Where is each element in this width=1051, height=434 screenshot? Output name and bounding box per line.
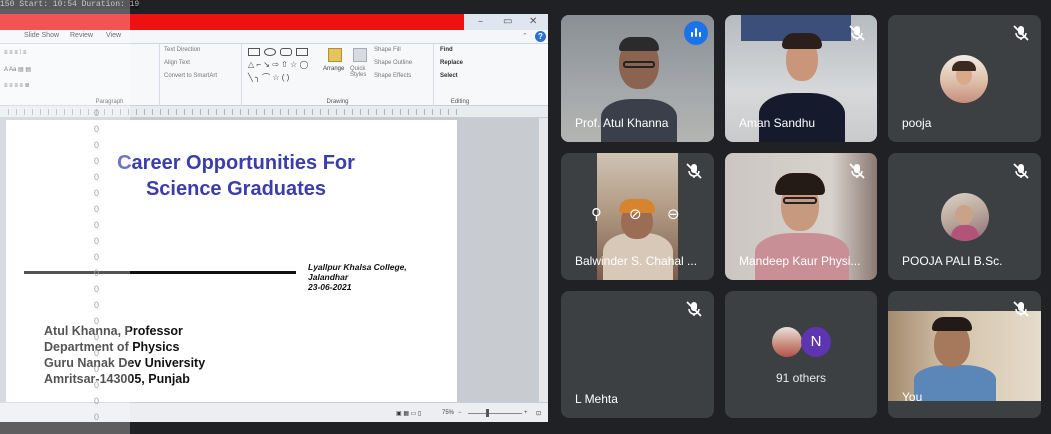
avatar [772, 327, 802, 357]
speaking-indicator-icon [684, 21, 708, 45]
select-button[interactable]: Select [440, 73, 458, 79]
close-icon[interactable]: ✕ [529, 16, 537, 27]
mic-off-icon [1011, 161, 1031, 181]
maximize-icon[interactable]: ▭ [503, 16, 512, 27]
shape-effects-button[interactable]: Shape Effects [374, 73, 411, 79]
text-direction-button[interactable]: Text Direction [164, 47, 200, 53]
participant-tile-others[interactable]: N 91 others [725, 291, 877, 418]
mic-off-icon [847, 161, 867, 181]
help-icon[interactable]: ? [535, 31, 546, 42]
participant-tile-l-mehta[interactable]: L Mehta [561, 291, 714, 418]
zoom-in-icon[interactable]: + [524, 410, 528, 416]
participant-name: Mandeep Kaur Physi... [739, 254, 861, 268]
remove-participant-icon[interactable]: ⊖ [667, 205, 680, 223]
participant-name: POOJA PALI B.Sc. [902, 254, 1003, 268]
participant-name: Aman Sandhu [739, 116, 816, 130]
align-text-button[interactable]: Align Text [164, 60, 190, 66]
zoom-level[interactable]: 75% [442, 410, 454, 416]
slide-college-block[interactable]: Lyallpur Khalsa College, Jalandhar 23-06… [308, 262, 407, 292]
editing-group-label: Editing [450, 99, 470, 105]
college-city: Jalandhar [308, 272, 349, 282]
minimize-icon[interactable]: – [478, 16, 483, 27]
shape-gallery-icons[interactable]: △ ⌐ ↘ ⇨ ⇧ ☆ ◯ [248, 60, 308, 69]
ribbon-group-editing: Find Replace Select Editing [434, 44, 486, 106]
shape-gallery-row-2[interactable]: ╲ ╮ ⌒ ☆ ( ) [248, 72, 289, 83]
lecture-date: 23-06-2021 [308, 282, 352, 292]
participant-video [888, 311, 1041, 401]
mute-participant-icon[interactable]: ⊘ [629, 205, 642, 223]
shape-outline-button[interactable]: Shape Outline [374, 60, 412, 66]
ribbon-collapse-icon[interactable]: ⌃ [522, 32, 528, 40]
participant-name: L Mehta [575, 392, 618, 406]
convert-smartart-button[interactable]: Convert to SmartArt [164, 73, 217, 79]
arrange-button[interactable]: Arrange [323, 66, 344, 72]
drawing-group-label: Drawing [326, 99, 349, 105]
fit-slide-icon[interactable]: ⊡ [536, 410, 541, 417]
shape-oval-icon[interactable] [264, 48, 276, 56]
avatar [940, 55, 988, 103]
participant-name: pooja [902, 116, 932, 130]
meeting-window: 150 Start: 10:54 Duration: 19 – ▭ ✕ Slid… [0, 0, 1051, 434]
zoom-out-icon[interactable]: − [458, 410, 462, 416]
vertical-scrollbar[interactable] [538, 118, 548, 402]
others-count: 91 others [775, 371, 827, 385]
zoom-slider[interactable] [468, 413, 522, 414]
shape-rounded-icon[interactable] [280, 48, 292, 56]
arrange-icon[interactable] [328, 48, 342, 62]
ribbon-group-drawing: △ ⌐ ↘ ⇨ ⇧ ☆ ◯ ╲ ╮ ⌒ ☆ ( ) Arrange Quick … [242, 44, 434, 106]
participant-tile-pooja-pali[interactable]: POOJA PALI B.Sc. [888, 153, 1041, 280]
mic-off-icon [684, 161, 704, 181]
mic-off-icon [847, 23, 867, 43]
shape-rect-icon[interactable] [248, 48, 260, 56]
replace-button[interactable]: Replace [440, 60, 463, 66]
shape-box-icon[interactable] [296, 48, 308, 56]
participant-name: Balwinder S. Chahal ... [575, 254, 698, 268]
participant-tile-pooja[interactable]: pooja [888, 15, 1041, 142]
find-button[interactable]: Find [440, 47, 453, 53]
college-name: Lyallpur Khalsa College, [308, 262, 407, 272]
mic-off-icon [684, 299, 704, 319]
avatar [941, 193, 989, 241]
zoom-slider-handle[interactable] [486, 409, 489, 417]
participant-tile-aman-sandhu[interactable]: Aman Sandhu [725, 15, 877, 142]
participant-name: Prof. Atul Khanna [575, 116, 669, 130]
participant-tile-you[interactable]: You [888, 291, 1041, 418]
view-buttons-icons[interactable]: ▣ ▦ ▭ ▯ [396, 410, 421, 417]
participant-name: You [902, 390, 923, 404]
participant-tile-mandeep-kaur[interactable]: Mandeep Kaur Physi... [725, 153, 877, 280]
pin-icon[interactable]: ⚲ [591, 205, 602, 223]
quick-styles-icon[interactable] [353, 48, 367, 62]
thumbnail-overlay: 0 0 0 0 0 0 0 0 0 0 0 0 0 0 0 0 0 0 0 0 [0, 0, 130, 434]
initial-avatar: N [801, 327, 831, 357]
ribbon-group-text: Text Direction Align Text Convert to Sma… [160, 44, 242, 106]
shape-fill-button[interactable]: Shape Fill [374, 47, 401, 53]
participant-tile-balwinder-chahal[interactable]: ⚲ ⊘ ⊖ Balwinder S. Chahal ... [561, 153, 714, 280]
mic-off-icon [1011, 299, 1031, 319]
quick-styles-button[interactable]: Quick Styles [350, 66, 372, 78]
mic-off-icon [1011, 23, 1031, 43]
participant-tile-atul-khanna[interactable]: Prof. Atul Khanna [561, 15, 714, 142]
